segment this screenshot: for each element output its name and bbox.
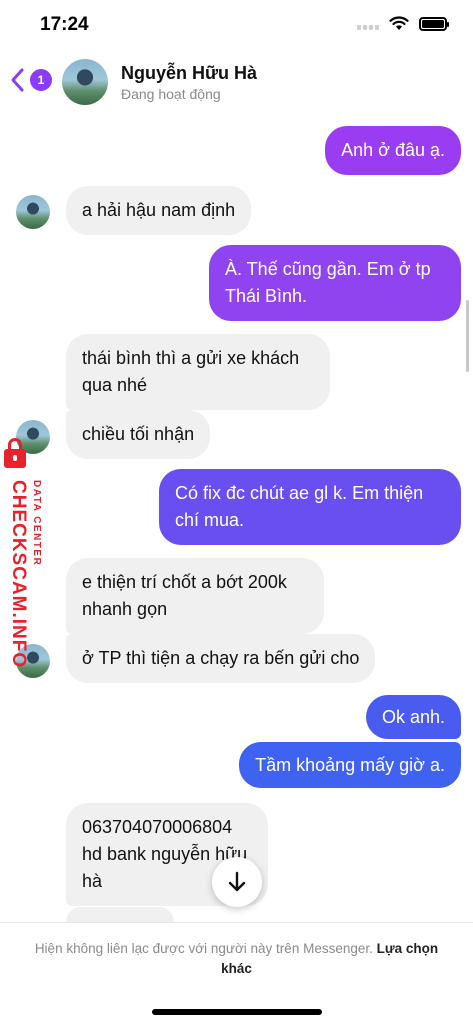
scroll-to-bottom-button[interactable]	[212, 857, 262, 907]
contact-name[interactable]: Nguyễn Hữu Hà	[121, 63, 257, 84]
contact-status: Đang hoạt động	[121, 86, 221, 102]
message-bubble-incoming[interactable]: chiều tối nhận	[66, 410, 211, 459]
watermark-subtext: DATA CENTER	[31, 480, 42, 567]
status-bar: 17:24	[0, 0, 473, 50]
cellular-signal-icon	[357, 18, 379, 30]
lock-icon	[4, 438, 26, 468]
message-bubble-incoming[interactable]: thái bình thì a gửi xe khách qua nhé	[66, 334, 330, 410]
home-indicator[interactable]	[152, 1009, 322, 1015]
status-time: 17:24	[40, 14, 89, 35]
wifi-icon	[389, 16, 409, 30]
message-bubble-outgoing[interactable]: Có fix đc chút ae gl k. Em thiện chí mua…	[159, 469, 461, 545]
message-bubble-outgoing[interactable]: Ok anh.	[365, 695, 461, 739]
watermark: CHECKSCAM.INFO DATA CENTER	[0, 436, 52, 669]
message-bubble-outgoing[interactable]: Anh ở đâu ạ.	[325, 126, 461, 175]
contact-avatar[interactable]	[62, 59, 108, 105]
chevron-left-icon	[11, 68, 24, 92]
watermark-text: CHECKSCAM.INFO	[8, 480, 29, 669]
footer: Hiện không liên lạc được với người này t…	[0, 922, 473, 1024]
sender-avatar	[16, 195, 50, 229]
battery-icon	[419, 16, 449, 31]
footer-notice: Hiện không liên lạc được với người này t…	[34, 941, 373, 956]
footer-notice-block: Hiện không liên lạc được với người này t…	[20, 939, 453, 979]
status-icons	[357, 16, 449, 31]
chat-header: 1 Nguyễn Hữu Hà Đang hoạt động	[0, 50, 473, 112]
back-button[interactable]: 1	[8, 66, 52, 94]
arrow-down-icon	[228, 871, 246, 892]
message-bubble-incoming[interactable]: ở TP thì tiện a chạy ra bến gửi cho	[66, 634, 376, 683]
message-bubble-incoming-partial[interactable]	[66, 907, 174, 922]
unread-badge: 1	[30, 69, 52, 91]
message-bubble-outgoing[interactable]: À. Thế cũng gần. Em ở tp Thái Bình.	[209, 245, 461, 321]
message-bubble-incoming[interactable]: a hải hậu nam định	[66, 186, 252, 235]
message-bubble-outgoing[interactable]: Tầm khoảng mấy giờ a.	[239, 742, 461, 788]
scrollbar[interactable]	[466, 300, 469, 372]
message-bubble-incoming[interactable]: e thiện trí chốt a bớt 200k nhanh gọn	[66, 558, 324, 634]
